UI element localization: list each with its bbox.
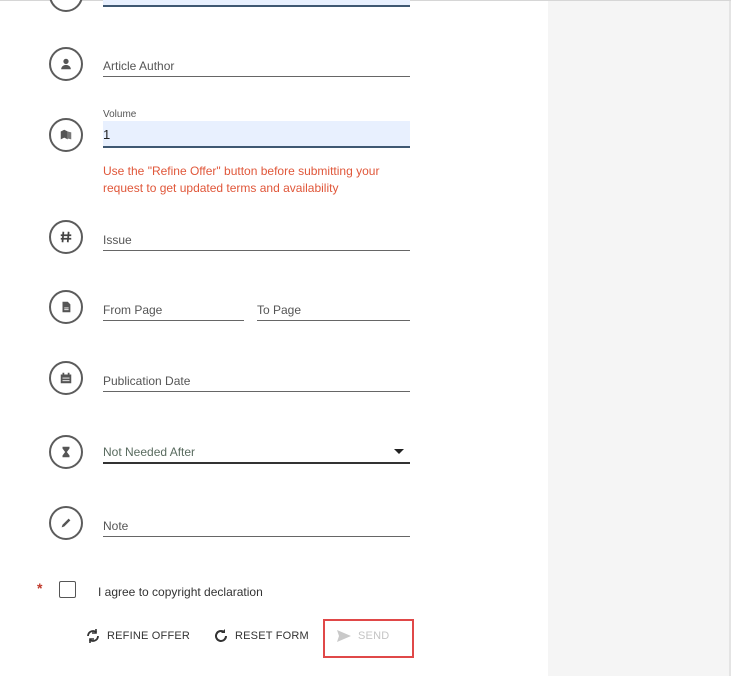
article-author-field[interactable]: Article Author [103,52,410,77]
top-field-input[interactable] [103,0,410,7]
volume-value: 1 [103,127,111,142]
send-label: SEND [358,630,390,642]
pencil-icon [49,506,83,540]
reset-form-button[interactable]: RESET FORM [213,628,309,644]
issue-field[interactable]: Issue [103,226,410,251]
not-needed-after-select[interactable]: Not Needed After [103,436,410,464]
person-icon [49,47,83,81]
refine-offer-button[interactable]: REFINE OFFER [85,628,190,644]
send-button[interactable]: SEND [336,628,389,644]
refine-offer-label: REFINE OFFER [107,630,191,642]
note-field[interactable]: Note [103,512,410,537]
hourglass-icon [49,435,83,469]
calendar-icon [49,361,83,395]
dropdown-caret-icon[interactable] [394,449,404,454]
volume-label: Volume [103,109,137,120]
refresh-icon [87,629,99,643]
from-page-label: From Page [103,303,163,317]
from-page-field[interactable]: From Page [103,296,244,321]
note-label: Note [103,519,129,533]
hash-icon [49,220,83,254]
issue-label: Issue [103,233,132,247]
side-panel [548,1,731,676]
reset-icon [215,629,227,642]
file-icon [49,290,83,324]
reset-form-label: RESET FORM [235,630,309,642]
copyright-checkbox[interactable] [59,581,76,598]
not-needed-after-label: Not Needed After [103,445,196,459]
books-icon [49,118,83,152]
refine-offer-warning: Use the "Refine Offer" button before sub… [103,164,380,195]
article-author-label: Article Author [103,59,175,73]
top-field-icon [49,0,83,12]
publication-date-label: Publication Date [103,374,191,388]
send-icon [337,630,351,642]
required-marker: * [37,580,43,596]
copyright-label: I agree to copyright declaration [98,585,263,599]
publication-date-field[interactable]: Publication Date [103,367,410,392]
to-page-label: To Page [257,303,302,317]
volume-field[interactable]: Volume 1 [103,109,410,148]
to-page-field[interactable]: To Page [257,296,410,321]
